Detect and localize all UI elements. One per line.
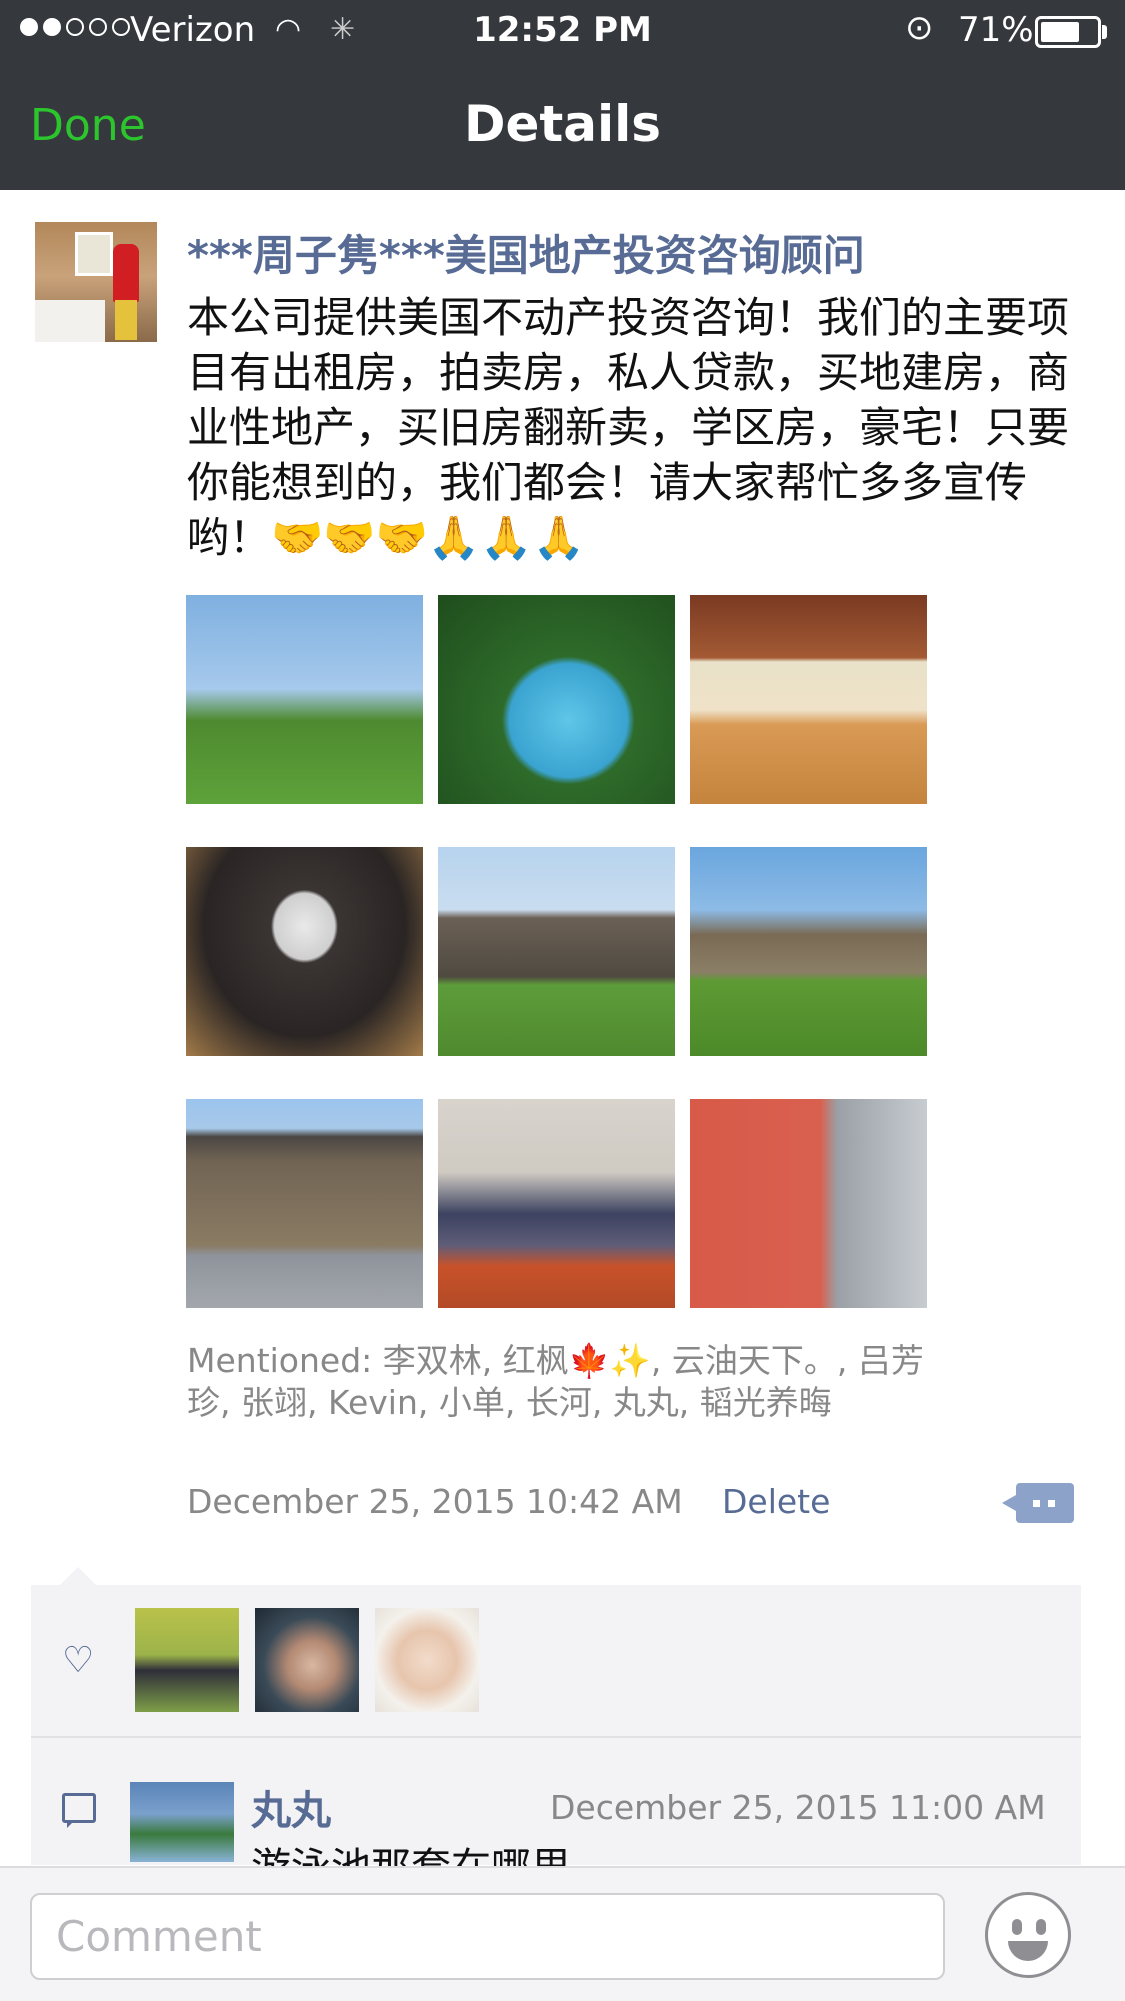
panel-divider	[31, 1736, 1081, 1738]
comment-timestamp: December 25, 2015 11:00 AM	[550, 1788, 1046, 1827]
gym-photo[interactable]	[438, 1099, 675, 1308]
greenhouse-photo[interactable]	[438, 847, 675, 1056]
delete-button[interactable]: Delete	[722, 1482, 830, 1521]
comment-like-menu-button[interactable]	[1002, 1483, 1074, 1523]
home-theater-photo[interactable]	[186, 847, 423, 1056]
panel-caret	[60, 1567, 96, 1585]
heart-icon: ♡	[62, 1640, 95, 1681]
post-timestamp: December 25, 2015 10:42 AM	[187, 1482, 683, 1521]
mentioned-list[interactable]: Mentioned: 李双林, 红枫🍁✨, 云油天下。, 吕芳珍, 张翊, Ke…	[187, 1340, 927, 1424]
clock: 12:52 PM	[473, 10, 652, 50]
house-garden-photo[interactable]	[690, 847, 927, 1056]
rotation-lock-icon: ⊙	[905, 8, 934, 48]
house-lawn-photo[interactable]	[186, 595, 423, 804]
like-avatar-3[interactable]	[375, 1608, 479, 1712]
like-avatar-2[interactable]	[255, 1608, 359, 1712]
like-avatar-1[interactable]	[135, 1608, 239, 1712]
commenter-name[interactable]: 丸丸	[251, 1778, 331, 1836]
battery-level	[1041, 22, 1079, 42]
navigation-bar: Verizon ◠ ✳ 12:52 PM ⊙ 71% Done Details	[0, 0, 1125, 190]
battery-icon	[1035, 16, 1101, 48]
basketball-court-photo[interactable]	[690, 595, 927, 804]
battery-tip	[1102, 25, 1107, 39]
smiley-icon	[1012, 1919, 1022, 1935]
status-bar: Verizon ◠ ✳ 12:52 PM ⊙ 71%	[0, 0, 1125, 60]
page-title: Details	[463, 95, 662, 153]
post-text: 本公司提供美国不动产投资咨询！我们的主要项目有出租房，拍卖房，私人贷款，买地建房…	[187, 293, 1070, 562]
commenter-avatar[interactable]	[130, 1782, 234, 1862]
battery-percent: 71%	[958, 10, 1034, 50]
emoji-button[interactable]	[985, 1892, 1071, 1978]
author-avatar[interactable]	[35, 222, 157, 342]
photo-grid	[186, 595, 928, 1310]
stone-garage-photo[interactable]	[186, 1099, 423, 1308]
author-name[interactable]: ***周子隽***美国地产投资咨询顾问	[187, 222, 865, 283]
comment-icon	[62, 1793, 96, 1828]
comment-input[interactable]	[30, 1893, 945, 1980]
pool-photo[interactable]	[438, 595, 675, 804]
kitchen-photo[interactable]	[690, 1099, 927, 1308]
